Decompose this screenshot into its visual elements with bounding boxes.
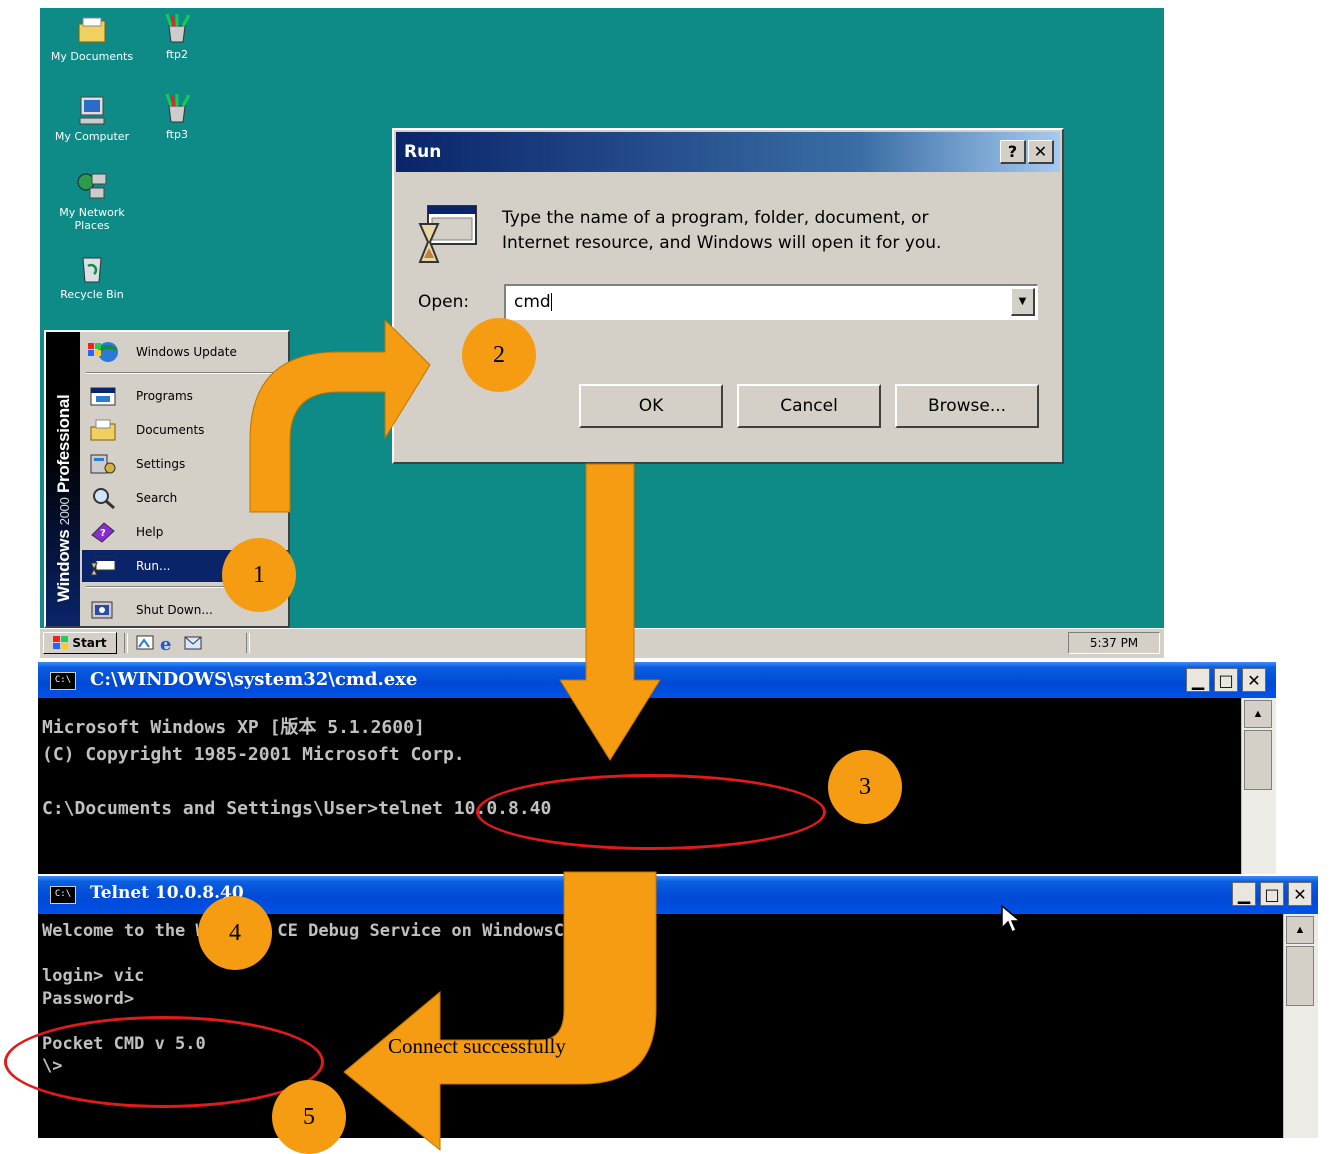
connect-successfully-caption: Connect successfully bbox=[388, 1034, 566, 1058]
arrow-2-to-cmd bbox=[559, 463, 661, 761]
highlight-pocket-cmd bbox=[4, 1016, 324, 1108]
annotation-arrows bbox=[249, 318, 661, 1152]
highlight-telnet-command bbox=[476, 774, 826, 850]
step-badge-3: 3 bbox=[828, 750, 902, 824]
step-badge-5: 5 bbox=[272, 1080, 346, 1154]
step-badge-2: 2 bbox=[462, 318, 536, 392]
step-badge-4: 4 bbox=[198, 896, 272, 970]
arrow-3-to-telnet-result bbox=[343, 871, 657, 1152]
step-badge-1: 1 bbox=[222, 538, 296, 612]
arrow-1-to-run bbox=[249, 318, 431, 513]
